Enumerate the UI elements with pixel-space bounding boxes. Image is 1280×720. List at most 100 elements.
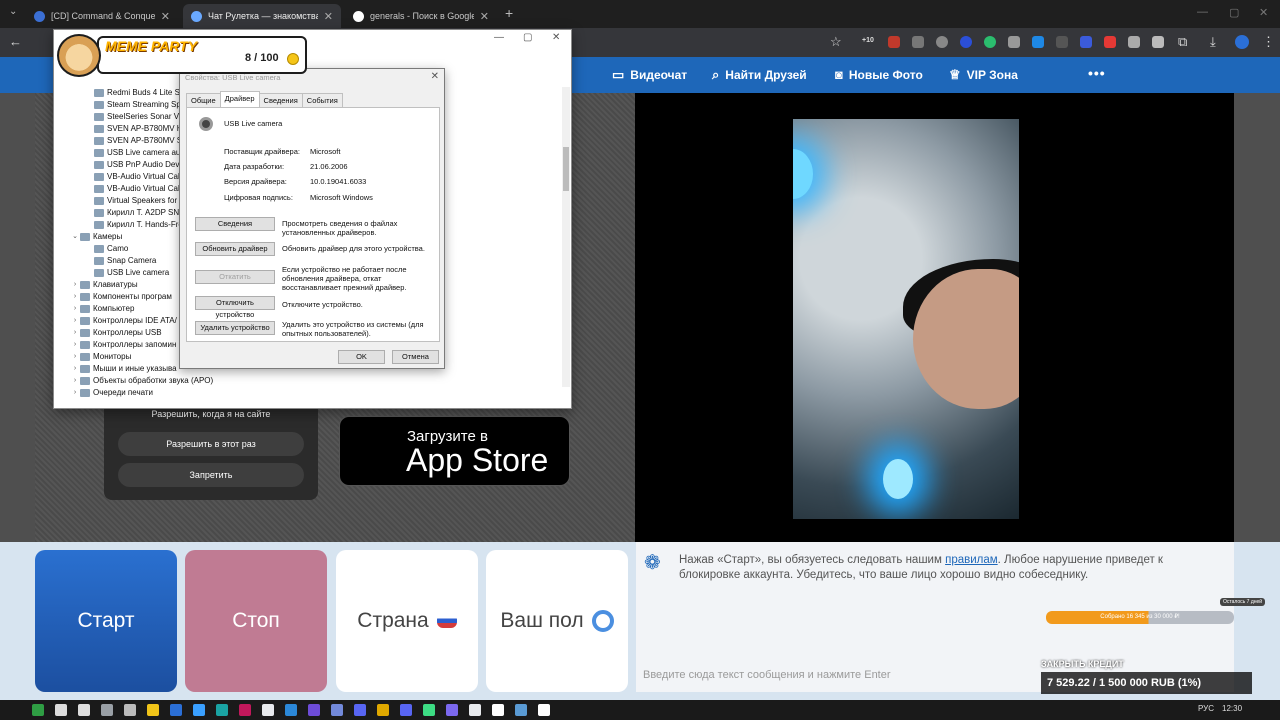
taskbar-app-icon[interactable] bbox=[331, 704, 343, 716]
tab-google-search[interactable]: generals - Поиск в Google ✕ bbox=[345, 4, 497, 28]
extension-icon[interactable] bbox=[1080, 36, 1092, 48]
taskbar-app-icon[interactable] bbox=[216, 704, 228, 716]
expand-arrow-icon[interactable]: › bbox=[70, 279, 80, 291]
expand-arrow-icon[interactable]: › bbox=[70, 351, 80, 363]
close-icon[interactable]: ✕ bbox=[552, 32, 560, 43]
new-tab-button[interactable]: + bbox=[505, 5, 513, 21]
taskbar-app-icon[interactable] bbox=[124, 704, 136, 716]
expand-arrow-icon[interactable]: › bbox=[70, 339, 80, 351]
taskbar-app-icon[interactable] bbox=[515, 704, 527, 716]
taskbar-app-icon[interactable] bbox=[469, 704, 481, 716]
tab-search-icon[interactable]: ⌄ bbox=[9, 6, 17, 17]
maximize-icon[interactable]: ▢ bbox=[523, 32, 532, 43]
adblock-extension-icon[interactable] bbox=[888, 36, 900, 48]
extension-icon[interactable] bbox=[936, 36, 948, 48]
device-tree-item[interactable]: › Объекты обработки звука (APO) bbox=[54, 375, 564, 387]
country-button[interactable]: Страна bbox=[336, 550, 478, 692]
taskbar-app-icon[interactable] bbox=[101, 704, 113, 716]
expand-arrow-icon[interactable]: › bbox=[70, 315, 80, 327]
uninstall-device-button[interactable]: Удалить устройство bbox=[195, 321, 275, 335]
taskbar-app-icon[interactable] bbox=[400, 704, 412, 716]
rollback-driver-button: Откатить bbox=[195, 270, 275, 284]
download-icon[interactable]: ⤓ bbox=[1210, 34, 1216, 50]
rules-link[interactable]: правилам bbox=[945, 554, 998, 566]
disable-device-button[interactable]: Отключить устройство bbox=[195, 296, 275, 319]
taskbar-app-icon[interactable] bbox=[308, 704, 320, 716]
start-button[interactable]: Старт bbox=[35, 550, 177, 692]
minimize-icon[interactable]: — bbox=[1197, 6, 1208, 18]
minimize-icon[interactable]: — bbox=[494, 32, 504, 43]
extension-icon[interactable] bbox=[1008, 36, 1020, 48]
stop-button[interactable]: Стоп bbox=[185, 550, 327, 692]
profile-avatar[interactable] bbox=[1235, 35, 1249, 49]
allow-this-time-button[interactable]: Разрешить в этот раз bbox=[118, 432, 304, 456]
expand-arrow-icon[interactable]: › bbox=[70, 291, 80, 303]
taskbar-app-icon[interactable] bbox=[32, 704, 44, 716]
gender-button[interactable]: Ваш пол bbox=[486, 550, 628, 692]
tab-close-icon[interactable]: ✕ bbox=[480, 10, 489, 23]
nav-new-photos[interactable]: ◙ Новые Фото bbox=[835, 67, 923, 82]
extension-icon[interactable] bbox=[1152, 36, 1164, 48]
ok-button[interactable]: OK bbox=[338, 350, 385, 364]
taskbar-app-icon[interactable] bbox=[55, 704, 67, 716]
taskbar-app-icon[interactable] bbox=[170, 704, 182, 716]
driver-details-desc: Просмотреть сведения о файлах установлен… bbox=[282, 219, 398, 237]
nav-videochat[interactable]: ▭ Видеочат bbox=[612, 67, 687, 83]
extension-icon[interactable] bbox=[1032, 36, 1044, 48]
driver-details-button[interactable]: Сведения bbox=[195, 217, 275, 231]
nav-find-friends[interactable]: ⌕ Найти Друзей bbox=[712, 67, 807, 83]
taskbar-app-icon[interactable] bbox=[239, 704, 251, 716]
maximize-icon[interactable]: ▢ bbox=[1229, 6, 1239, 19]
chat-input[interactable]: Введите сюда текст сообщения и нажмите E… bbox=[643, 669, 891, 681]
taskbar-app-icon[interactable] bbox=[78, 704, 90, 716]
clock[interactable]: 12:30 bbox=[1222, 704, 1242, 713]
extension-icon[interactable] bbox=[960, 36, 972, 48]
expand-arrow-icon[interactable]: › bbox=[70, 387, 80, 399]
taskbar-app-icon[interactable] bbox=[193, 704, 205, 716]
back-icon[interactable]: ← bbox=[9, 34, 22, 49]
nav-vip-zone[interactable]: ♕ VIP Зона bbox=[949, 67, 1018, 83]
deny-button[interactable]: Запретить bbox=[118, 463, 304, 487]
close-icon[interactable]: ✕ bbox=[1259, 6, 1268, 19]
browser-menu-icon[interactable]: ⋮ bbox=[1262, 34, 1275, 50]
taskbar-app-icon[interactable] bbox=[538, 704, 550, 716]
language-indicator[interactable]: РУС bbox=[1198, 704, 1214, 713]
tab-driver[interactable]: Драйвер bbox=[219, 91, 260, 107]
taskbar-app-icon[interactable] bbox=[377, 704, 389, 716]
dialog-close-icon[interactable]: ✕ bbox=[431, 71, 439, 82]
extension-icon[interactable] bbox=[1056, 36, 1068, 48]
expand-arrow-icon[interactable]: › bbox=[70, 363, 80, 375]
taskbar-app-icon[interactable] bbox=[354, 704, 366, 716]
taskbar-app-icon[interactable] bbox=[446, 704, 458, 716]
extensions-puzzle-icon[interactable]: ⧉ bbox=[1178, 34, 1187, 50]
tab-close-icon[interactable]: ✕ bbox=[161, 10, 170, 23]
extension-badge[interactable]: +10 bbox=[862, 37, 874, 44]
device-icon bbox=[80, 389, 90, 397]
driver-date-row: Дата разработки: 21.06.2006 bbox=[224, 162, 348, 171]
more-menu-icon[interactable]: ••• bbox=[1088, 65, 1106, 81]
taskbar-app-icon[interactable] bbox=[492, 704, 504, 716]
extension-icon[interactable] bbox=[912, 36, 924, 48]
bookmark-star-icon[interactable]: ☆ bbox=[830, 34, 842, 50]
expand-arrow-icon[interactable]: › bbox=[70, 327, 80, 339]
extension-icon[interactable] bbox=[984, 36, 996, 48]
tab-close-icon[interactable]: ✕ bbox=[324, 10, 333, 23]
tree-scrollbar[interactable] bbox=[562, 87, 570, 387]
tab-chat-roulette[interactable]: Чат Рулетка — знакомства и о ✕ bbox=[183, 4, 341, 28]
cancel-button[interactable]: Отмена bbox=[392, 350, 439, 364]
update-driver-button[interactable]: Обновить драйвер bbox=[195, 242, 275, 256]
expand-arrow-icon[interactable]: › bbox=[70, 303, 80, 315]
app-store-badge[interactable]: Загрузите в App Store bbox=[339, 416, 570, 486]
taskbar-app-icon[interactable] bbox=[147, 704, 159, 716]
update-driver-desc: Обновить драйвер для этого устройства. bbox=[282, 244, 425, 253]
collapse-arrow-icon[interactable]: ⌄ bbox=[70, 231, 80, 243]
tab-command-conquer[interactable]: [CD] Command & Conquer: Ge ✕ bbox=[26, 4, 178, 28]
taskbar-app-icon[interactable] bbox=[423, 704, 435, 716]
taskbar-app-icon[interactable] bbox=[262, 704, 274, 716]
extension-icon[interactable] bbox=[1128, 36, 1140, 48]
taskbar-app-icon[interactable] bbox=[285, 704, 297, 716]
device-tree-item[interactable]: › Очереди печати bbox=[54, 387, 564, 399]
uninstall-device-desc: Удалить это устройство из системы (для о… bbox=[282, 320, 424, 338]
expand-arrow-icon[interactable]: › bbox=[70, 375, 80, 387]
extension-icon[interactable] bbox=[1104, 36, 1116, 48]
